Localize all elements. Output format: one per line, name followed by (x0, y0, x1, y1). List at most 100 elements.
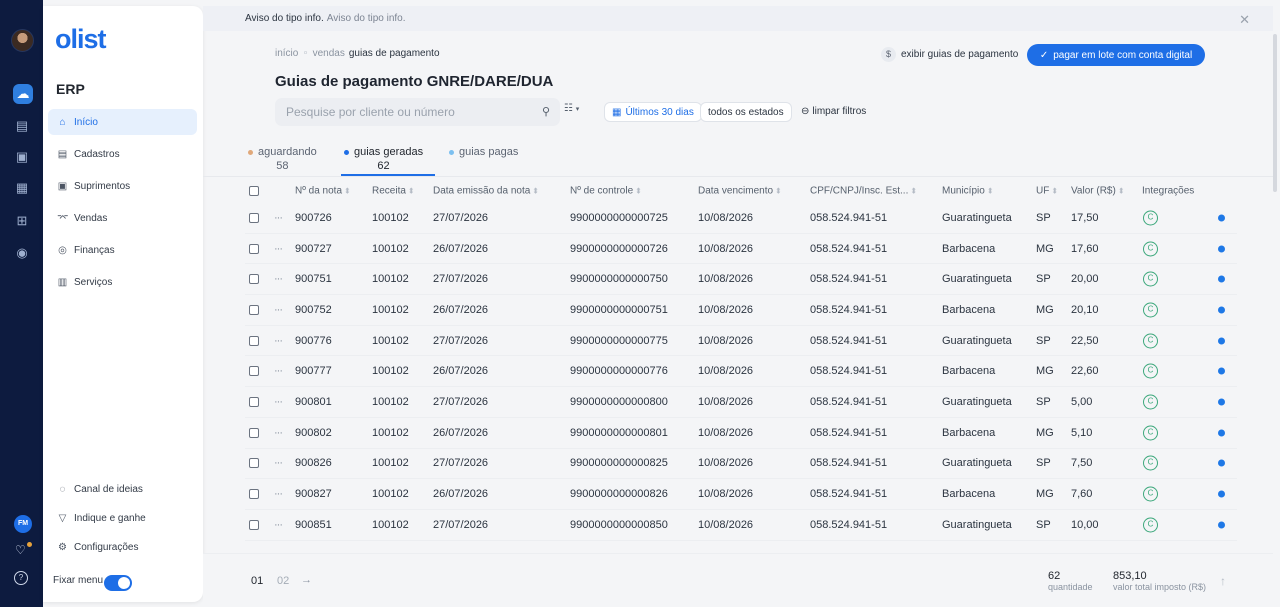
next-page-icon[interactable]: → (301, 574, 312, 586)
integration-icon[interactable]: C (1143, 271, 1158, 287)
table-row[interactable]: ··· 900827 100102 26/07/2026 990000000000082… (245, 479, 1237, 510)
calendar-icon[interactable]: ▦ (13, 179, 31, 197)
sidebar-item-cadastros[interactable]: ▤ Cadastros (48, 141, 197, 167)
page-01[interactable]: 01 (251, 575, 263, 587)
sidebar-item-indique-e-ganhe[interactable]: ▽ Indique e ganhe (48, 505, 197, 531)
more-actions-icon[interactable]: ··· (274, 365, 283, 377)
table-row[interactable]: ··· 900727 100102 26/07/2026 990000000000072… (245, 234, 1237, 265)
integration-icon[interactable]: C (1143, 517, 1158, 533)
sidebar-item-vendas[interactable]: ⌤ Vendas (48, 205, 197, 231)
row-checkbox[interactable] (249, 243, 259, 254)
column-header[interactable]: Município ⬍ (942, 186, 994, 197)
column-header[interactable]: Receita ⬍ (372, 186, 415, 197)
table-row[interactable]: ··· 900776 100102 27/07/2026 990000000000077… (245, 326, 1237, 357)
sort-icon[interactable]: ⬍ (1118, 187, 1125, 196)
sidebar-item-suprimentos[interactable]: ▣ Suprimentos (48, 173, 197, 199)
row-checkbox[interactable] (249, 335, 259, 346)
more-actions-icon[interactable]: ··· (274, 304, 283, 316)
tab-guias-geradas[interactable]: guias geradas 62 (344, 146, 423, 172)
table-row[interactable]: ··· 900851 100102 27/07/2026 990000000000085… (245, 510, 1237, 541)
integration-icon[interactable]: C (1143, 302, 1158, 318)
sort-icon[interactable]: ⬍ (910, 187, 917, 196)
box-icon[interactable]: ▣ (13, 148, 31, 166)
sidebar-item-servicos[interactable]: ▥ Serviços (48, 269, 197, 295)
more-actions-icon[interactable]: ··· (274, 488, 283, 500)
column-header[interactable]: Data emissão da nota ⬍ (433, 186, 539, 197)
integration-icon[interactable]: C (1143, 210, 1158, 226)
table-row[interactable]: ··· 900802 100102 26/07/2026 990000000000080… (245, 418, 1237, 449)
more-actions-icon[interactable]: ··· (274, 457, 283, 469)
tab-guias-pagas[interactable]: guias pagas (449, 146, 518, 160)
more-actions-icon[interactable]: ··· (274, 427, 283, 439)
search-input[interactable] (286, 105, 526, 119)
finance-icon[interactable]: ◉ (13, 244, 31, 262)
sort-icon[interactable]: ⬍ (775, 187, 782, 196)
column-header[interactable]: Valor (R$) ⬍ (1071, 186, 1125, 197)
sort-icon[interactable]: ⬍ (408, 187, 415, 196)
search-icon[interactable]: ⚲ (542, 105, 550, 118)
row-checkbox[interactable] (249, 489, 259, 500)
integration-icon[interactable]: C (1143, 455, 1158, 471)
help-icon[interactable]: ? (14, 571, 28, 585)
row-checkbox[interactable] (249, 427, 259, 438)
olist-logo[interactable]: olist (55, 24, 107, 55)
add-icon[interactable]: ⊞ (13, 212, 31, 230)
table-row[interactable]: ··· 900751 100102 27/07/2026 990000000000075… (245, 264, 1237, 296)
sidebar-item-financas[interactable]: ◎ Finanças (48, 237, 197, 263)
integration-icon[interactable]: C (1143, 486, 1158, 502)
pagar-em-lote-button[interactable]: ✓ pagar em lote com conta digital (1027, 44, 1205, 66)
more-actions-icon[interactable]: ··· (274, 396, 283, 408)
integration-icon[interactable]: C (1143, 333, 1158, 349)
page-02[interactable]: 02 (277, 575, 289, 587)
sort-icon[interactable]: ⬍ (1051, 187, 1058, 196)
column-header[interactable]: UF ⬍ (1036, 186, 1058, 197)
user-initials-badge[interactable]: FM (14, 515, 32, 533)
tab-aguardando[interactable]: aguardando 58 (248, 146, 317, 172)
home-icon[interactable]: ☁ (13, 84, 33, 104)
limpar-filtros-button[interactable]: ⊖ limpar filtros (801, 106, 866, 117)
integration-icon[interactable]: C (1143, 425, 1158, 441)
table-row[interactable]: ··· 900826 100102 27/07/2026 990000000000082… (245, 449, 1237, 480)
date-filter-chip[interactable]: ▦ Últimos 30 dias (604, 102, 702, 122)
row-checkbox[interactable] (249, 274, 259, 285)
column-header[interactable]: Nº de controle ⬍ (570, 186, 642, 197)
row-checkbox[interactable] (249, 366, 259, 377)
more-actions-icon[interactable]: ··· (274, 212, 283, 224)
columns-filter-button[interactable]: ☷ ▾ (564, 103, 579, 114)
sidebar-item-canal-de-ideias[interactable]: ◌ Canal de ideias (48, 476, 197, 502)
row-checkbox[interactable] (249, 519, 259, 530)
arrow-up-icon[interactable]: ↑ (1220, 574, 1226, 588)
close-icon[interactable]: ✕ (1239, 12, 1250, 28)
sort-icon[interactable]: ⬍ (635, 187, 642, 196)
integration-icon[interactable]: C (1143, 394, 1158, 410)
more-actions-icon[interactable]: ··· (274, 243, 283, 255)
row-checkbox[interactable] (249, 304, 259, 315)
scrollbar[interactable] (1273, 34, 1277, 192)
sort-icon[interactable]: ⬍ (532, 187, 539, 196)
integration-icon[interactable]: C (1143, 363, 1158, 379)
bell-icon[interactable]: ♡ (15, 543, 26, 557)
integration-icon[interactable]: C (1143, 241, 1158, 257)
row-checkbox[interactable] (249, 396, 259, 407)
table-row[interactable]: ··· 900726 100102 27/07/2026 990000000000072… (245, 203, 1237, 234)
exibir-guias-button[interactable]: $ exibir guias de pagamento (881, 47, 1018, 62)
column-header[interactable]: Nº da nota ⬍ (295, 186, 351, 197)
more-actions-icon[interactable]: ··· (274, 273, 283, 285)
sort-icon[interactable]: ⬍ (987, 187, 994, 196)
table-row[interactable]: ··· 900801 100102 27/07/2026 990000000000080… (245, 387, 1237, 418)
sidebar-item-inicio[interactable]: ⌂ Início (48, 109, 197, 135)
sidebar-item-configuracoes[interactable]: ⚙ Configurações (48, 534, 197, 560)
table-row[interactable]: ··· 900777 100102 26/07/2026 990000000000077… (245, 356, 1237, 388)
breadcrumb-inicio[interactable]: início (275, 48, 298, 59)
fixar-menu-toggle[interactable] (104, 575, 132, 591)
more-actions-icon[interactable]: ··· (274, 335, 283, 347)
sort-icon[interactable]: ⬍ (344, 187, 351, 196)
row-checkbox[interactable] (249, 212, 259, 223)
select-all-checkbox[interactable] (249, 186, 259, 196)
state-filter-chip[interactable]: todos os estados (700, 102, 792, 122)
breadcrumb-vendas[interactable]: vendas (313, 48, 345, 59)
column-header[interactable]: Data vencimento ⬍ (698, 186, 782, 197)
column-header[interactable]: CPF/CNPJ/Insc. Est... ⬍ (810, 186, 917, 197)
table-row[interactable]: ··· 900752 100102 26/07/2026 990000000000075… (245, 295, 1237, 326)
more-actions-icon[interactable]: ··· (274, 519, 283, 531)
